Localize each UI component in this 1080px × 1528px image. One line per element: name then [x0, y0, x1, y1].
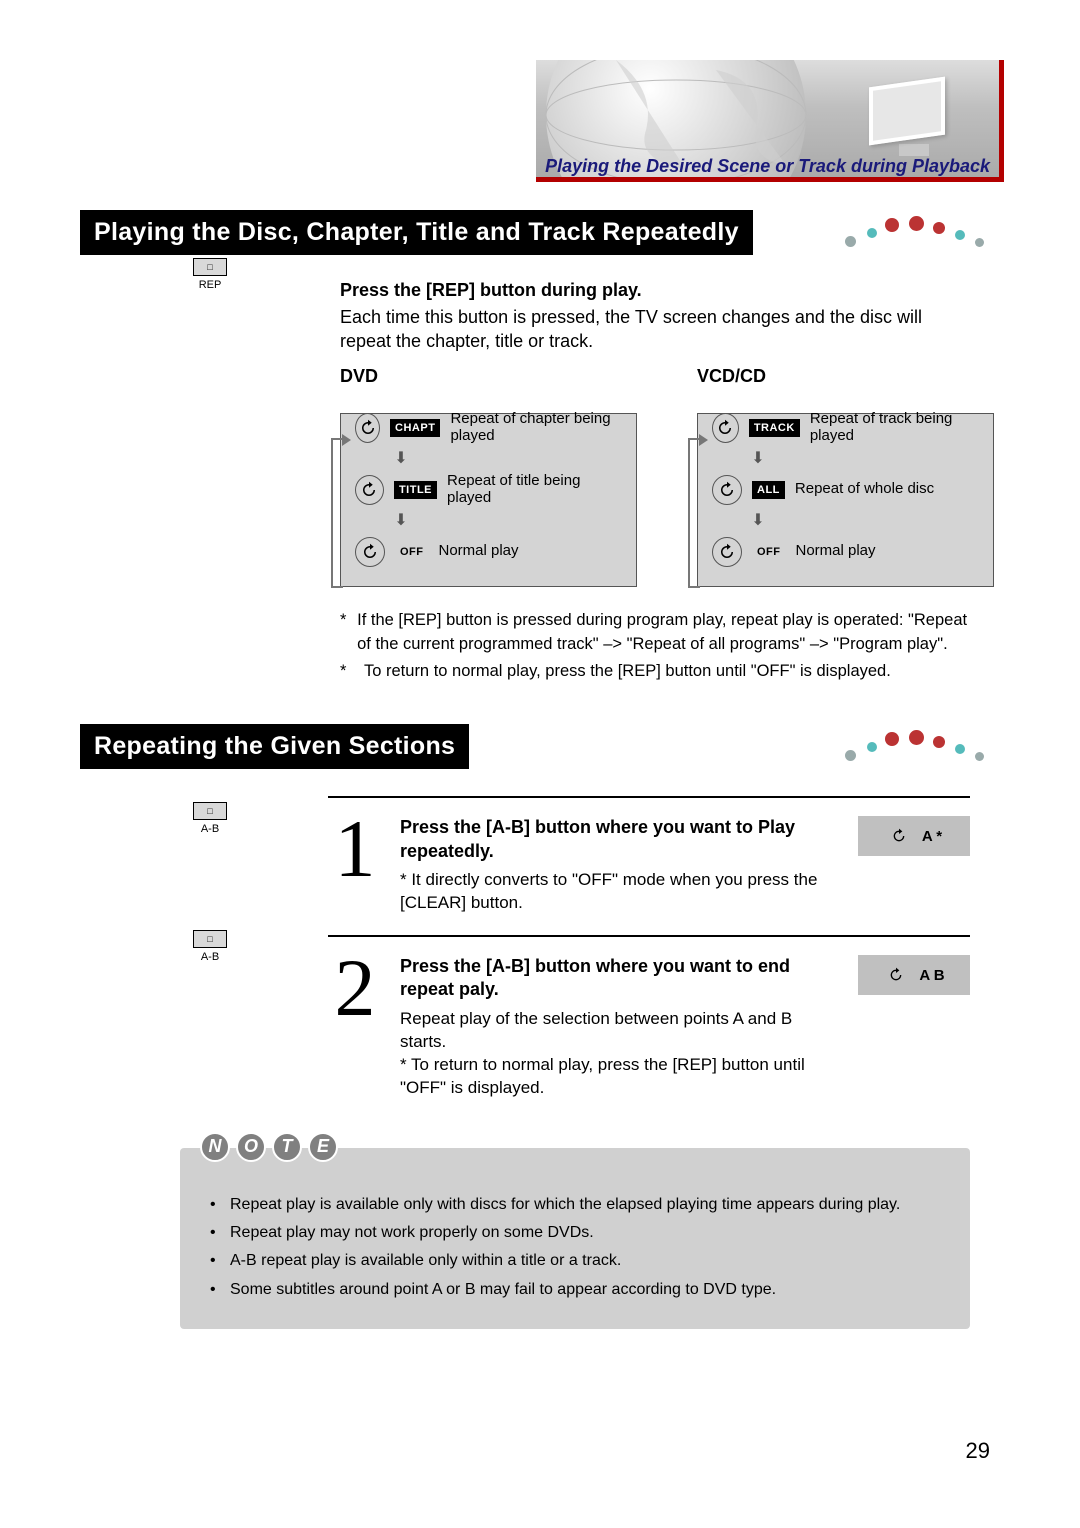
flow-desc: Repeat of whole disc	[795, 481, 934, 498]
remote-button-glyph: □	[193, 802, 227, 820]
page-number: 29	[966, 1438, 990, 1464]
step-heading: Press the [A-B] button where you want to…	[400, 816, 840, 863]
remote-button-ab-1: □ A-B	[190, 802, 230, 835]
osd-indicator: A B	[858, 955, 970, 995]
remote-button-label: REP	[199, 279, 222, 291]
remote-button-rep: □ REP	[190, 258, 230, 291]
decorative-dots	[845, 216, 1000, 256]
note-item: Some subtitles around point A or B may f…	[230, 1279, 776, 1301]
note-item: A-B repeat play is available only within…	[230, 1250, 621, 1272]
repeat-icon	[712, 475, 742, 505]
flow-vcdcd: VCD/CD TRACK Repeat of track being playe…	[697, 392, 994, 587]
remote-button-label: A-B	[201, 951, 219, 963]
step-text: Repeat play of the selection between poi…	[400, 1008, 840, 1100]
repeat-icon	[355, 537, 385, 567]
remote-button-glyph: □	[193, 258, 227, 276]
heading-row-1: Playing the Disc, Chapter, Title and Tra…	[80, 210, 1000, 256]
flow-tag: ALL	[752, 481, 785, 499]
flow-desc: Normal play	[796, 543, 876, 560]
flow-desc: Repeat of title being played	[447, 473, 622, 506]
repeat-icon	[355, 475, 384, 505]
intro-text: Each time this button is pressed, the TV…	[340, 305, 970, 354]
note-letter: O	[236, 1132, 266, 1162]
flow-desc: Repeat of chapter being played	[450, 411, 622, 444]
note-item: To return to normal play, press the [REP…	[364, 660, 891, 684]
step-number: 2	[328, 955, 382, 1100]
note-item: If the [REP] button is pressed during pr…	[357, 609, 970, 657]
note-box: N O T E •Repeat play is available only w…	[180, 1148, 970, 1330]
note-item: Repeat play is available only with discs…	[230, 1194, 900, 1216]
flow-arrow-icon: ⬇	[391, 448, 411, 470]
repeat-icon	[712, 537, 742, 567]
note-letter: T	[272, 1132, 302, 1162]
step-heading: Press the [A-B] button where you want to…	[400, 955, 840, 1002]
decorative-dots	[845, 730, 1000, 770]
flow-arrow-icon: ⬇	[748, 510, 768, 532]
flow-tag: TRACK	[749, 419, 800, 437]
note-letter: E	[308, 1132, 338, 1162]
monitor-icon	[869, 82, 959, 160]
note-letter: N	[200, 1132, 230, 1162]
heading-row-2: Repeating the Given Sections	[80, 724, 1000, 770]
flow-arrow-icon: ⬇	[391, 510, 411, 532]
flow-tag: CHAPT	[390, 419, 440, 437]
repeat-icon	[886, 823, 912, 849]
osd-text: A B	[919, 967, 944, 984]
flow-desc: Normal play	[439, 543, 519, 560]
flow-vcd-title: VCD/CD	[693, 366, 770, 387]
repeat-icon	[883, 962, 909, 988]
steps-block: 1 Press the [A-B] button where you want …	[328, 796, 970, 1119]
manual-page: Playing the Desired Scene or Track durin…	[0, 0, 1080, 1528]
flow-dvd: DVD CHAPT Repeat of chapter being played…	[340, 392, 637, 587]
flow-desc: Repeat of track being played	[810, 411, 979, 444]
note-label: N O T E	[200, 1132, 338, 1162]
section-breadcrumb: Playing the Desired Scene or Track durin…	[545, 156, 990, 177]
remote-button-label: A-B	[201, 823, 219, 835]
heading-2: Repeating the Given Sections	[80, 724, 469, 769]
intro-block: Press the [REP] button during play. Each…	[340, 280, 970, 684]
flow-arrow-icon: ⬇	[748, 448, 768, 470]
notes-list-1: *If the [REP] button is pressed during p…	[340, 609, 970, 685]
osd-indicator: A *	[858, 816, 970, 856]
repeat-icon	[712, 413, 739, 443]
step-text: * It directly converts to "OFF" mode whe…	[400, 869, 840, 915]
step-2: 2 Press the [A-B] button where you want …	[328, 935, 970, 1120]
flow-tag: OFF	[395, 543, 429, 561]
step-number: 1	[328, 816, 382, 915]
osd-text: A *	[922, 828, 942, 845]
repeat-icon	[355, 413, 380, 443]
flow-tag: TITLE	[394, 481, 437, 499]
flow-tag: OFF	[752, 543, 786, 561]
step-1: 1 Press the [A-B] button where you want …	[328, 796, 970, 935]
remote-button-ab-2: □ A-B	[190, 930, 230, 963]
remote-button-glyph: □	[193, 930, 227, 948]
intro-subheading: Press the [REP] button during play.	[340, 280, 970, 301]
note-item: Repeat play may not work properly on som…	[230, 1222, 594, 1244]
heading-1: Playing the Disc, Chapter, Title and Tra…	[80, 210, 753, 255]
flow-dvd-title: DVD	[336, 366, 382, 387]
flow-diagrams: DVD CHAPT Repeat of chapter being played…	[340, 392, 970, 587]
